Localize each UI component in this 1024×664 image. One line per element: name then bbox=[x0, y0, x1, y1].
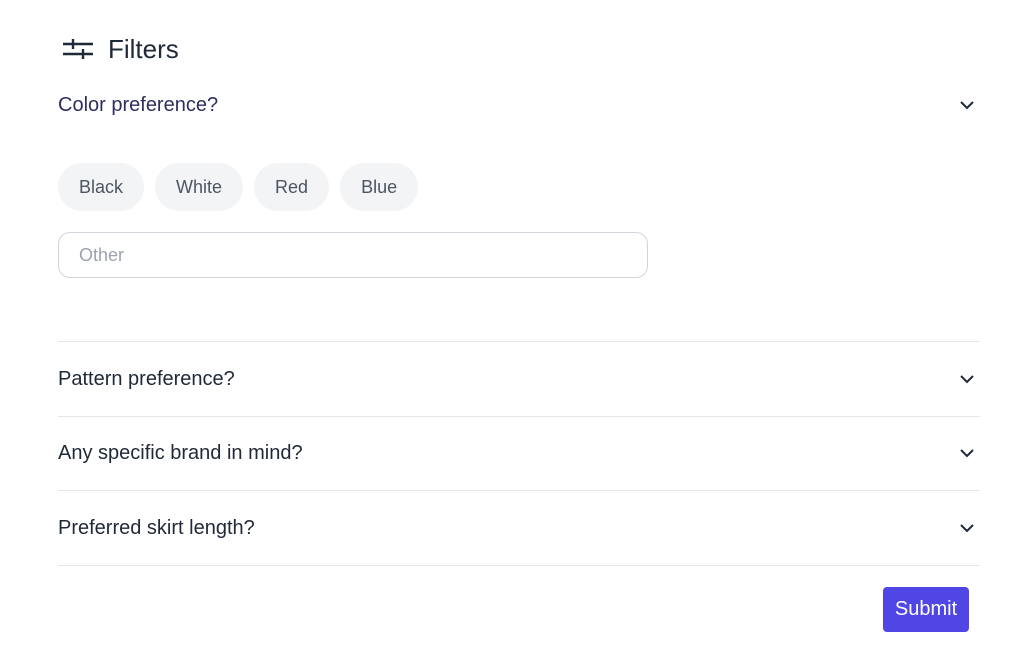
divider bbox=[58, 416, 980, 417]
chevron-down-icon bbox=[956, 368, 978, 390]
filters-header: Filters bbox=[62, 32, 179, 66]
color-options: Black White Red Blue bbox=[58, 163, 419, 211]
divider bbox=[58, 341, 980, 342]
divider bbox=[58, 565, 980, 566]
color-option-blue[interactable]: Blue bbox=[340, 163, 419, 211]
color-option-white[interactable]: White bbox=[155, 163, 244, 211]
chevron-down-icon bbox=[956, 94, 978, 116]
page-title: Filters bbox=[108, 33, 179, 64]
accordion-header-skirt-length[interactable]: Preferred skirt length? bbox=[58, 513, 980, 543]
accordion-header-pattern[interactable]: Pattern preference? bbox=[58, 364, 980, 394]
question-label: Pattern preference? bbox=[58, 367, 235, 390]
color-option-red[interactable]: Red bbox=[254, 163, 330, 211]
color-option-black[interactable]: Black bbox=[58, 163, 145, 211]
section-skirt-length: Preferred skirt length? bbox=[58, 513, 980, 543]
other-color-input[interactable] bbox=[58, 232, 648, 278]
section-brand: Any specific brand in mind? bbox=[58, 438, 980, 468]
section-pattern-preference: Pattern preference? bbox=[58, 364, 980, 394]
question-label: Color preference? bbox=[58, 93, 219, 116]
question-label: Any specific brand in mind? bbox=[58, 441, 303, 464]
submit-button[interactable]: Submit bbox=[883, 587, 969, 632]
sliders-icon bbox=[62, 37, 94, 61]
chevron-down-icon bbox=[956, 517, 978, 539]
divider bbox=[58, 490, 980, 491]
chevron-down-icon bbox=[956, 442, 978, 464]
question-label: Preferred skirt length? bbox=[58, 516, 255, 539]
accordion-header-brand[interactable]: Any specific brand in mind? bbox=[58, 438, 980, 468]
accordion-header-color[interactable]: Color preference? bbox=[58, 90, 980, 120]
section-color-preference: Color preference? bbox=[58, 90, 980, 120]
